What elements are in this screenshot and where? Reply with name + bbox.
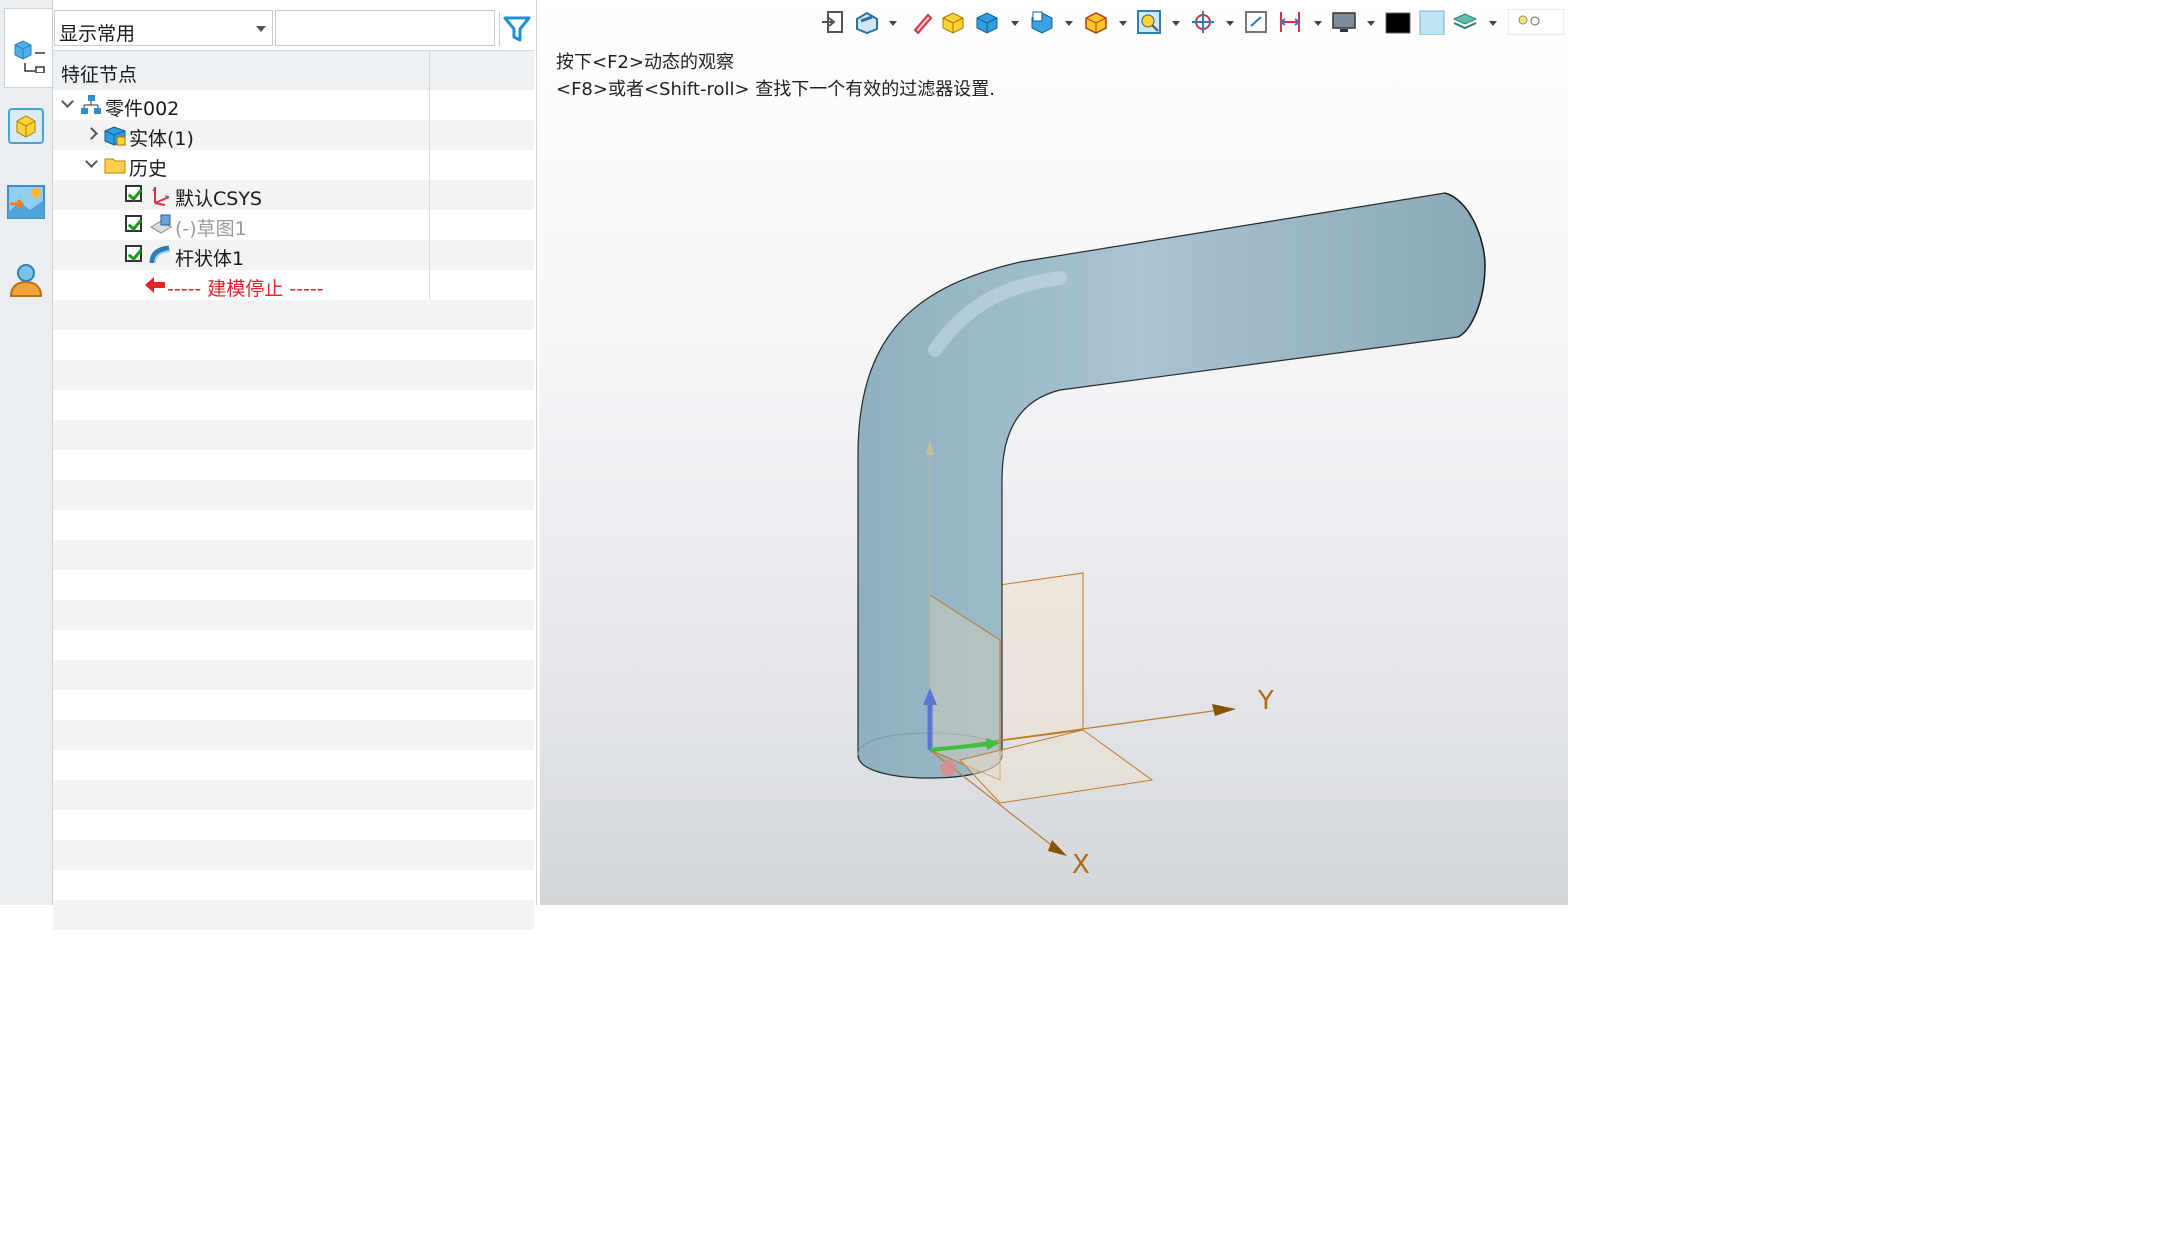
empty-row (53, 540, 534, 570)
user-icon (9, 264, 43, 297)
stop-arrow-icon (145, 277, 165, 293)
x-axis-arrow (1048, 840, 1067, 856)
empty-row (53, 360, 534, 390)
tree-header: 特征节点 (53, 50, 534, 91)
y-axis-arrow (1212, 704, 1236, 716)
empty-row (53, 330, 534, 360)
filter-button[interactable] (499, 12, 534, 46)
tree-node-label: 默认CSYS (175, 188, 262, 210)
display-filter-value: 显示常用 (59, 23, 136, 45)
user-tab[interactable] (4, 258, 48, 302)
empty-row (53, 300, 534, 330)
feature-node-column-header: 特征节点 (61, 64, 138, 86)
tree-search-input[interactable] (275, 10, 495, 46)
y-axis-label: Y (1258, 686, 1274, 716)
assembly-icon (81, 95, 101, 114)
visibility-checkbox[interactable] (125, 215, 142, 232)
column-divider (429, 90, 430, 120)
column-divider (429, 270, 430, 300)
empty-row (53, 810, 534, 840)
visibility-checkbox[interactable] (125, 185, 142, 202)
tree-row[interactable]: (-)草图1 (53, 210, 534, 240)
side-rail (0, 0, 53, 905)
empty-row (53, 750, 534, 780)
rod-icon (149, 245, 171, 264)
tree-row[interactable]: 零件002 (53, 90, 534, 120)
feature-tree-tab[interactable] (4, 8, 52, 88)
empty-row (53, 510, 534, 540)
empty-row (53, 780, 534, 810)
display-filter-dropdown[interactable]: 显示常用 (54, 10, 273, 46)
model-scene (857, 192, 1486, 856)
feature-tree: 零件002 实体(1) 历史 默认CSYS (-)草图1 杆状体1 ----- 建模停止 -… (53, 90, 534, 930)
empty-row (53, 390, 534, 420)
tree-node-label: 实体(1) (129, 128, 194, 150)
tree-node-label: (-)草图1 (175, 218, 247, 240)
tree-row[interactable]: ----- 建模停止 ----- (53, 270, 534, 300)
empty-row (53, 900, 534, 930)
column-divider[interactable] (429, 51, 430, 90)
empty-row (53, 570, 534, 600)
empty-row (53, 720, 534, 750)
triad-origin (940, 760, 956, 776)
tree-node-label: 零件002 (105, 98, 180, 120)
tree-row[interactable]: 历史 (53, 150, 534, 180)
sketch-icon (150, 214, 172, 234)
folder-icon (104, 158, 126, 174)
empty-row (53, 690, 534, 720)
empty-row (53, 600, 534, 630)
solid-icon (104, 126, 126, 146)
image-icon (7, 185, 45, 219)
empty-row (53, 840, 534, 870)
tree-node-label: ----- 建模停止 ----- (167, 278, 324, 300)
visibility-checkbox[interactable] (125, 245, 142, 262)
part-tab[interactable] (4, 104, 48, 148)
funnel-icon (503, 16, 531, 42)
tree-node-label: 杆状体1 (175, 248, 245, 270)
tree-row[interactable]: 杆状体1 (53, 240, 534, 270)
column-divider (429, 120, 430, 150)
chevron-down-icon[interactable] (85, 155, 98, 168)
dropdown-arrow-icon (256, 26, 266, 32)
part-tree-icon (14, 40, 45, 73)
empty-row (53, 480, 534, 510)
box-icon (8, 108, 44, 144)
chevron-down-icon[interactable] (61, 95, 74, 108)
empty-row (53, 420, 534, 450)
tree-row[interactable]: 默认CSYS (53, 180, 534, 210)
tree-row[interactable]: 实体(1) (53, 120, 534, 150)
chevron-right-icon[interactable] (85, 127, 98, 140)
filter-row: 显示常用 (53, 8, 536, 48)
empty-row (53, 450, 534, 480)
graphics-viewport[interactable]: 按下<F2>动态的观察 <F8>或者<Shift-roll> 查找下一个有效的过… (540, 0, 1568, 905)
csys-icon (152, 186, 170, 206)
tree-node-label: 历史 (129, 158, 168, 180)
column-divider (429, 180, 430, 210)
empty-row (53, 630, 534, 660)
column-divider (429, 150, 430, 180)
feature-tree-panel: 显示常用 特征节点 零件002 实体(1) 历史 默认CSYS (-)草图1 杆状体1 --… (53, 0, 537, 930)
column-divider (429, 240, 430, 270)
x-axis-label: X (1072, 850, 1090, 880)
column-divider (429, 210, 430, 240)
empty-row (53, 660, 534, 690)
empty-row (53, 870, 534, 900)
view-manager-tab[interactable] (4, 180, 48, 224)
